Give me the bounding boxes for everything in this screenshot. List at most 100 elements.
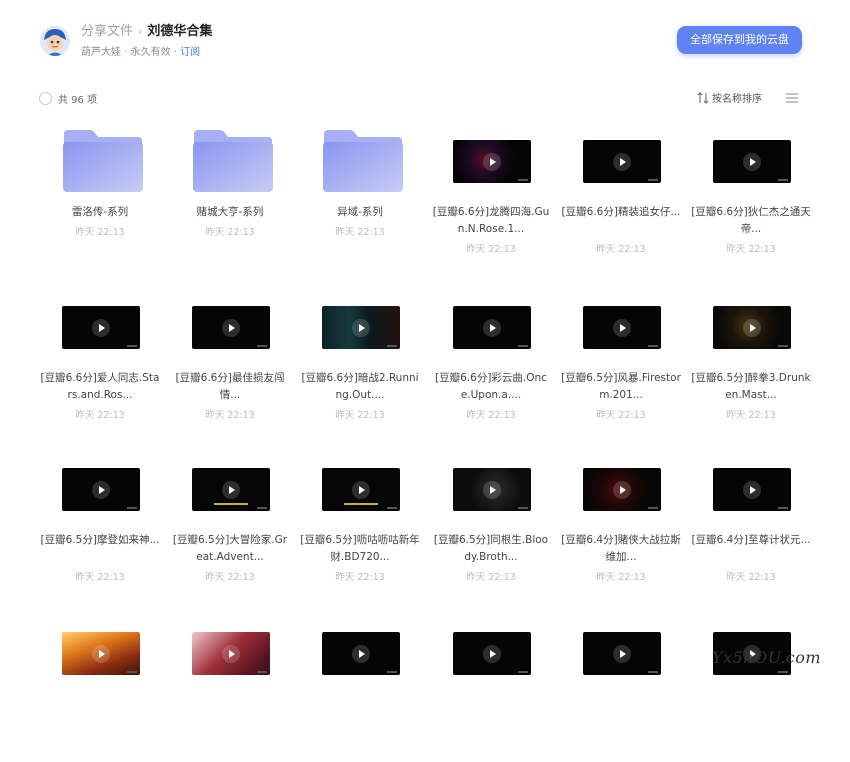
play-icon <box>483 644 501 663</box>
video-thumbnail[interactable] <box>192 468 270 511</box>
file-name[interactable]: [豆瓣6.6分]彩云曲.Once.Upon.a.... <box>431 370 551 404</box>
video-thumbnail[interactable] <box>713 306 791 349</box>
file-name[interactable]: 雷洛传-系列 <box>40 204 160 221</box>
play-icon <box>483 480 501 499</box>
file-name[interactable]: [豆瓣6.4分]至尊计状元... <box>691 532 811 549</box>
thumbnail-logo <box>518 507 528 509</box>
video-item[interactable]: [豆瓣6.5分]大冒险家.Great.Advent... 昨天 22:13 <box>170 448 290 598</box>
video-thumbnail[interactable] <box>62 306 140 349</box>
file-date: 昨天 22:13 <box>596 410 646 421</box>
file-name[interactable]: [豆瓣6.6分]暗战2.Running.Out.... <box>300 370 420 404</box>
play-icon <box>222 480 240 499</box>
video-item[interactable] <box>691 612 811 762</box>
play-icon <box>743 152 761 171</box>
video-thumbnail[interactable] <box>322 306 400 349</box>
play-icon <box>743 318 761 337</box>
video-item[interactable]: [豆瓣6.5分]摩登如来神... 昨天 22:13 <box>40 448 160 598</box>
file-name[interactable]: [豆瓣6.5分]醉拳3.Drunken.Mast... <box>691 370 811 404</box>
video-item[interactable]: [豆瓣6.5分]风暴.Firestorm.201... 昨天 22:13 <box>561 286 681 436</box>
file-date: 昨天 22:13 <box>596 244 646 255</box>
thumbnail-logo <box>387 345 397 347</box>
video-item[interactable]: [豆瓣6.6分]彩云曲.Once.Upon.a.... 昨天 22:13 <box>431 286 551 436</box>
video-thumbnail[interactable] <box>453 306 531 349</box>
video-item[interactable]: [豆瓣6.6分]暗战2.Running.Out.... 昨天 22:13 <box>300 286 420 436</box>
video-thumbnail[interactable] <box>322 468 400 511</box>
video-item[interactable]: [豆瓣6.4分]至尊计状元... 昨天 22:13 <box>691 448 811 598</box>
folder-item[interactable]: 异域-系列昨天 22:13 <box>300 120 420 270</box>
thumbnail-logo <box>387 507 397 509</box>
video-thumbnail[interactable] <box>322 632 400 675</box>
thumbnail-logo <box>257 671 267 673</box>
video-item[interactable] <box>40 612 160 762</box>
file-name[interactable]: [豆瓣6.5分]摩登如来神... <box>40 532 160 549</box>
video-item[interactable] <box>561 612 681 762</box>
folder-icon[interactable] <box>192 128 273 194</box>
play-icon <box>483 152 501 171</box>
video-thumbnail[interactable] <box>62 468 140 511</box>
file-name[interactable]: [豆瓣6.5分]呖咕呖咕新年财.BD720... <box>300 532 420 566</box>
file-name[interactable]: [豆瓣6.6分]狄仁杰之通天帝... <box>691 204 811 238</box>
thumbnail-logo <box>518 345 528 347</box>
folder-icon[interactable] <box>62 128 143 194</box>
video-thumbnail[interactable] <box>62 632 140 675</box>
file-date: 昨天 22:13 <box>205 572 255 583</box>
file-date: 昨天 22:13 <box>75 572 125 583</box>
video-item[interactable]: [豆瓣6.6分]狄仁杰之通天帝... 昨天 22:13 <box>691 120 811 270</box>
file-name[interactable]: [豆瓣6.6分]龙腾四海.Gun.N.Rose.1... <box>431 204 551 238</box>
folder-icon[interactable] <box>322 128 403 194</box>
file-date: 昨天 22:13 <box>335 227 385 238</box>
play-icon <box>222 644 240 663</box>
video-item[interactable]: [豆瓣6.6分]精装追女仔... 昨天 22:13 <box>561 120 681 270</box>
play-icon <box>92 480 110 499</box>
video-item[interactable]: [豆瓣6.5分]呖咕呖咕新年财.BD720... 昨天 22:13 <box>300 448 420 598</box>
file-date: 昨天 22:13 <box>335 410 385 421</box>
video-thumbnail[interactable] <box>453 140 531 183</box>
thumbnail-logo <box>778 345 788 347</box>
video-thumbnail[interactable] <box>713 468 791 511</box>
thumbnail-logo <box>778 507 788 509</box>
video-item[interactable] <box>431 612 551 762</box>
file-name[interactable]: [豆瓣6.4分]賭侠大战拉斯维加... <box>561 532 681 566</box>
video-item[interactable]: [豆瓣6.5分]醉拳3.Drunken.Mast... 昨天 22:13 <box>691 286 811 436</box>
file-name[interactable]: 异域-系列 <box>300 204 420 221</box>
folder-item[interactable]: 赌城大亨-系列 昨天 22:13 <box>170 120 290 270</box>
video-item[interactable]: [豆瓣6.5分]同根生.Bloody.Broth... 昨天 22:13 <box>431 448 551 598</box>
thumbnail-logo <box>127 671 137 673</box>
video-item[interactable] <box>170 612 290 762</box>
file-date: 昨天 22:13 <box>466 572 516 583</box>
file-date: 昨天 22:13 <box>726 572 776 583</box>
thumbnail-logo <box>127 507 137 509</box>
play-icon <box>352 480 370 499</box>
video-item[interactable]: [豆瓣6.6分]龙腾四海.Gun.N.Rose.1... 昨天 22:13 <box>431 120 551 270</box>
play-icon <box>352 644 370 663</box>
watermark: Yx5hOU.com <box>712 648 822 667</box>
video-item[interactable] <box>300 612 420 762</box>
video-thumbnail[interactable] <box>583 140 661 183</box>
play-icon <box>613 644 631 663</box>
folder-item[interactable]: 雷洛传-系列 昨天 22:13 <box>40 120 160 270</box>
file-name[interactable]: [豆瓣6.6分]爱人同志.Stars.and.Ros... <box>40 370 160 404</box>
play-icon <box>613 480 631 499</box>
video-item[interactable]: [豆瓣6.4分]賭侠大战拉斯维加... 昨天 22:13 <box>561 448 681 598</box>
file-name[interactable]: [豆瓣6.5分]风暴.Firestorm.201... <box>561 370 681 404</box>
file-name[interactable]: [豆瓣6.6分]精装追女仔... <box>561 204 681 221</box>
video-thumbnail[interactable] <box>583 306 661 349</box>
play-icon <box>222 318 240 337</box>
file-date: 昨天 22:13 <box>466 410 516 421</box>
file-name[interactable]: [豆瓣6.5分]同根生.Bloody.Broth... <box>431 532 551 566</box>
file-date: 昨天 22:13 <box>335 572 385 583</box>
video-thumbnail[interactable] <box>453 468 531 511</box>
play-icon <box>613 152 631 171</box>
video-thumbnail[interactable] <box>583 632 661 675</box>
video-item[interactable]: [豆瓣6.6分]爱人同志.Stars.and.Ros... 昨天 22:13 <box>40 286 160 436</box>
video-thumbnail[interactable] <box>583 468 661 511</box>
video-thumbnail[interactable] <box>192 632 270 675</box>
video-thumbnail[interactable] <box>453 632 531 675</box>
file-name[interactable]: [豆瓣6.6分]最佳损友闯情... <box>170 370 290 404</box>
video-thumbnail[interactable] <box>192 306 270 349</box>
file-name[interactable]: 赌城大亨-系列 <box>170 204 290 221</box>
video-thumbnail[interactable] <box>713 140 791 183</box>
video-item[interactable]: [豆瓣6.6分]最佳损友闯情... 昨天 22:13 <box>170 286 290 436</box>
file-name[interactable]: [豆瓣6.5分]大冒险家.Great.Advent... <box>170 532 290 566</box>
file-date: 昨天 22:13 <box>596 572 646 583</box>
